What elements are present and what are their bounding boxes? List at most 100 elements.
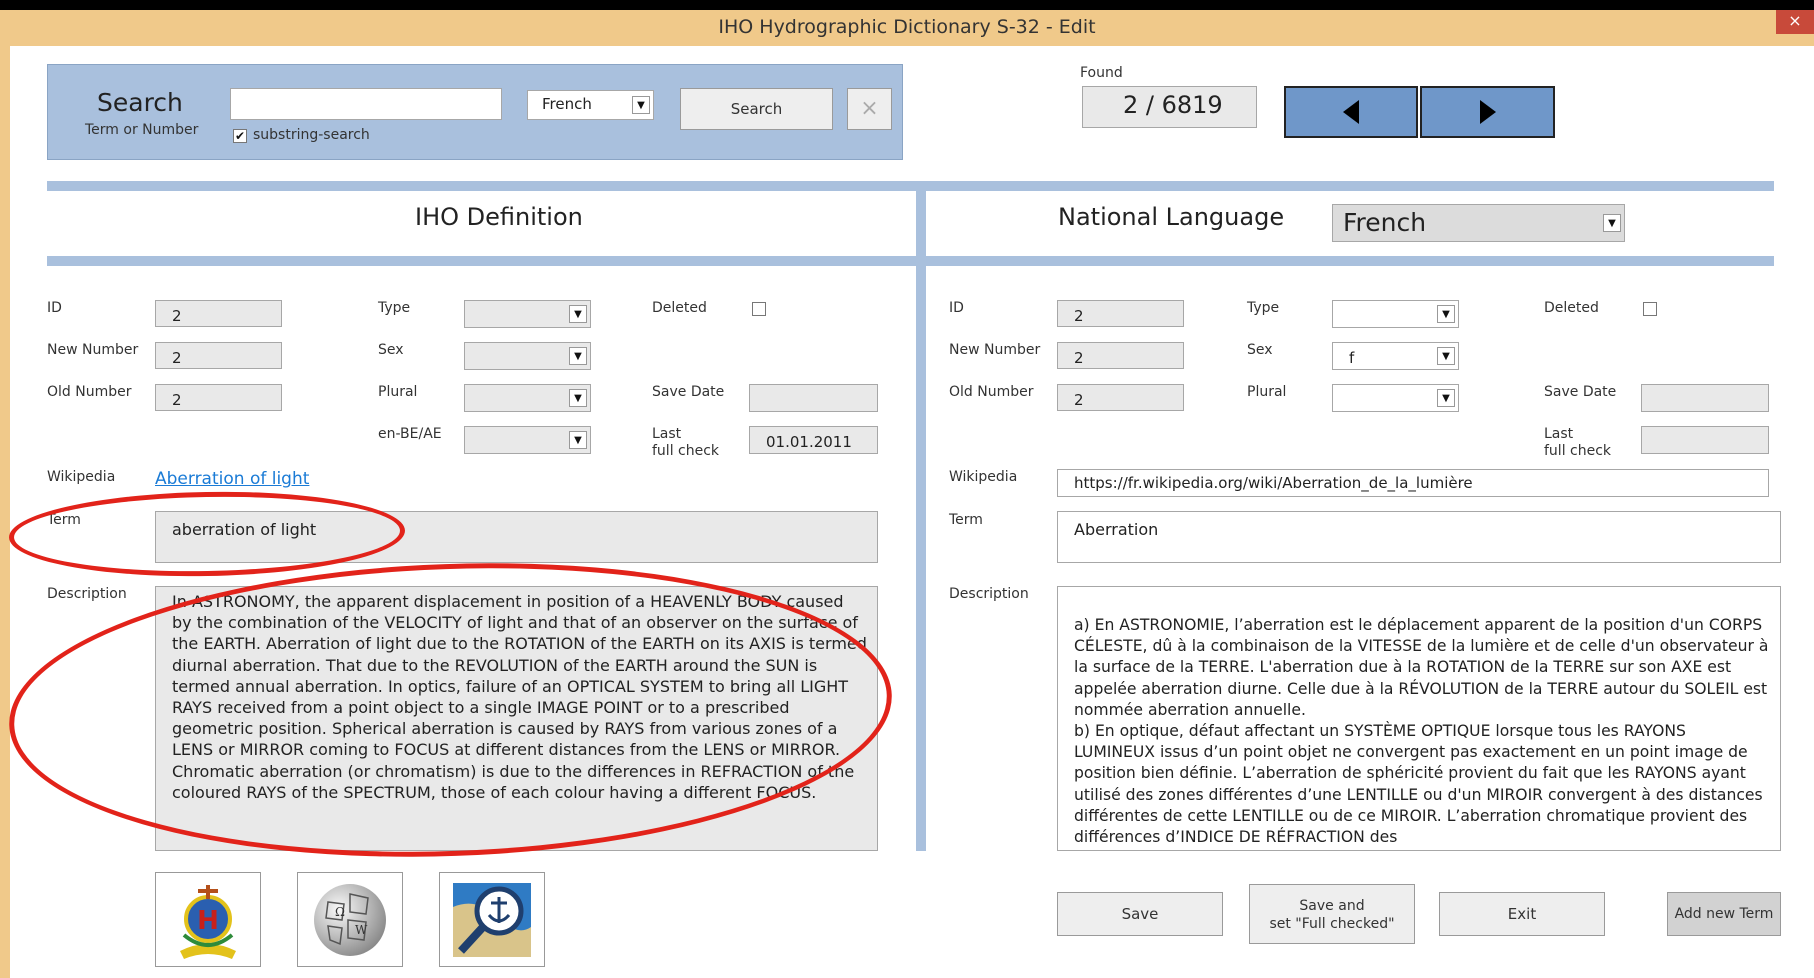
wikipedia-button[interactable]: Ω W (297, 872, 403, 967)
svg-text:W: W (355, 923, 368, 937)
chevron-down-icon[interactable]: ▼ (1437, 305, 1455, 323)
chevron-down-icon[interactable]: ▼ (1437, 389, 1455, 407)
national-deleted-label: Deleted (1544, 300, 1599, 316)
iho-emblem-button[interactable]: H (155, 872, 261, 967)
chevron-down-icon[interactable]: ▼ (569, 347, 587, 365)
search-input[interactable] (230, 88, 502, 120)
iho-last-check-field[interactable]: 01.01.2011 (749, 426, 878, 454)
national-language-value: French (1343, 208, 1427, 237)
found-label: Found (1080, 65, 1123, 81)
close-window-button[interactable]: × (1776, 10, 1814, 34)
previous-record-button[interactable] (1284, 86, 1418, 138)
national-type-label: Type (1247, 300, 1280, 316)
national-save-date-label: Save Date (1544, 384, 1617, 400)
iho-wikipedia-label: Wikipedia (47, 469, 116, 485)
national-old-number-field[interactable]: 2 (1057, 384, 1184, 411)
iho-sex-label: Sex (378, 342, 404, 358)
wikipedia-globe-icon: Ω W (314, 883, 386, 956)
arrow-right-icon (1479, 100, 1496, 124)
chevron-down-icon[interactable]: ▼ (632, 96, 650, 114)
search-language-select[interactable]: French ▼ (527, 90, 654, 120)
national-language-select[interactable]: French ▼ (1332, 204, 1625, 242)
chevron-down-icon[interactable]: ▼ (1437, 347, 1455, 365)
header-top-bar (47, 181, 1774, 191)
search-language-value: French (542, 95, 592, 113)
iho-definition-heading: IHO Definition (415, 203, 583, 231)
national-plural-label: Plural (1247, 384, 1287, 400)
iho-old-number-field[interactable]: 2 (155, 384, 282, 411)
search-button[interactable]: Search (680, 88, 833, 130)
arrow-left-icon (1343, 100, 1359, 124)
national-plural-select[interactable]: ▼ (1332, 384, 1459, 412)
iho-type-label: Type (378, 300, 411, 316)
national-wikipedia-field[interactable]: https://fr.wikipedia.org/wiki/Aberration… (1057, 469, 1769, 497)
national-sex-label: Sex (1247, 342, 1273, 358)
national-description-field[interactable]: a) En ASTRONOMIE, l’aberration est le dé… (1057, 586, 1781, 851)
top-edge (0, 0, 1814, 10)
national-id-label: ID (949, 300, 964, 316)
iho-wikipedia-link[interactable]: Aberration of light (155, 469, 309, 489)
national-term-field[interactable]: Aberration (1057, 511, 1781, 563)
national-language-heading: National Language (1058, 203, 1285, 231)
chevron-down-icon[interactable]: ▼ (1603, 214, 1621, 232)
national-description-label: Description (949, 586, 1029, 602)
exit-button[interactable]: Exit (1439, 892, 1605, 936)
iho-save-date-field[interactable] (749, 384, 878, 412)
window-left-border (0, 46, 10, 978)
iho-emblem-icon: H (180, 884, 236, 959)
iho-term-label: Term (47, 512, 81, 528)
iho-id-label: ID (47, 300, 62, 316)
iho-deleted-checkbox[interactable] (752, 302, 766, 316)
iho-last-check-label: Last full check (652, 426, 720, 459)
svg-text:Ω: Ω (335, 905, 345, 919)
national-last-check-label: Last full check (1544, 426, 1612, 459)
iho-sex-select[interactable]: ▼ (464, 342, 591, 370)
iho-save-date-label: Save Date (652, 384, 725, 400)
chevron-down-icon[interactable]: ▼ (569, 431, 587, 449)
iho-plural-label: Plural (378, 384, 418, 400)
save-button[interactable]: Save (1057, 892, 1223, 936)
search-button-label: Search (730, 100, 783, 118)
national-last-check-field[interactable] (1641, 426, 1769, 454)
chevron-down-icon[interactable]: ▼ (569, 305, 587, 323)
iho-plural-select[interactable]: ▼ (464, 384, 591, 412)
title-bar: IHO Hydrographic Dictionary S-32 - Edit … (0, 10, 1814, 47)
iho-description-field[interactable]: In ASTRONOMY, the apparent displacement … (155, 586, 878, 851)
national-old-number-label: Old Number (949, 384, 1034, 400)
national-id-field[interactable]: 2 (1057, 300, 1184, 327)
national-sex-value: f (1349, 349, 1355, 367)
national-term-label: Term (949, 512, 983, 528)
save-full-checked-button[interactable]: Save and set "Full checked" (1249, 884, 1415, 944)
window-title: IHO Hydrographic Dictionary S-32 - Edit (718, 16, 1096, 38)
chevron-down-icon[interactable]: ▼ (569, 389, 587, 407)
iho-description-label: Description (47, 586, 127, 602)
magnifier-anchor-icon (453, 882, 531, 957)
clear-search-button[interactable]: × (847, 88, 892, 130)
iho-id-field[interactable]: 2 (155, 300, 282, 327)
next-record-button[interactable] (1420, 86, 1555, 138)
svg-text:H: H (197, 906, 219, 936)
national-deleted-checkbox[interactable] (1643, 302, 1657, 316)
search-subheading: Term or Number (85, 122, 199, 138)
substring-search-checkbox[interactable]: ✔ (233, 129, 247, 143)
iho-term-field[interactable]: aberration of light (155, 511, 878, 563)
search-heading: Search (97, 88, 183, 117)
iho-new-number-label: New Number (47, 342, 139, 358)
iho-new-number-field[interactable]: 2 (155, 342, 282, 369)
search-dictionary-button[interactable] (439, 872, 545, 967)
national-new-number-field[interactable]: 2 (1057, 342, 1184, 369)
found-counter: 2 / 6819 (1082, 86, 1257, 128)
iho-old-number-label: Old Number (47, 384, 132, 400)
iho-enbe-label: en-BE/AE (378, 426, 442, 442)
national-save-date-field[interactable] (1641, 384, 1769, 412)
iho-deleted-label: Deleted (652, 300, 707, 316)
column-divider (916, 191, 926, 851)
substring-search-label: substring-search (253, 127, 370, 143)
national-sex-select[interactable]: f ▼ (1332, 342, 1459, 370)
add-new-term-button[interactable]: Add new Term (1667, 892, 1781, 936)
iho-type-select[interactable]: ▼ (464, 300, 591, 328)
national-new-number-label: New Number (949, 342, 1041, 358)
national-type-select[interactable]: ▼ (1332, 300, 1459, 328)
iho-enbe-select[interactable]: ▼ (464, 426, 591, 454)
national-wikipedia-label: Wikipedia (949, 469, 1018, 485)
